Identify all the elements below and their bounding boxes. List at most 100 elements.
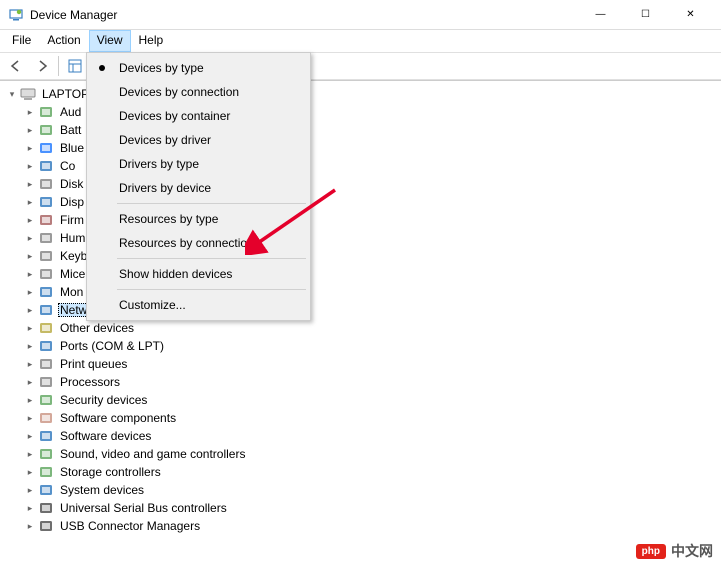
- minimize-button[interactable]: —: [578, 0, 623, 29]
- tree-item-label: Software devices: [58, 429, 153, 443]
- expand-icon[interactable]: ▸: [24, 106, 36, 118]
- menu-item-drv-type[interactable]: Drivers by type: [89, 152, 308, 176]
- back-button[interactable]: [4, 54, 28, 78]
- expand-icon[interactable]: ▸: [24, 394, 36, 406]
- expand-icon[interactable]: ▸: [24, 196, 36, 208]
- menu-item-by-drv[interactable]: Devices by driver: [89, 128, 308, 152]
- usbconn-icon: [38, 518, 54, 534]
- hid-icon: [38, 230, 54, 246]
- expand-icon[interactable]: ▸: [24, 448, 36, 460]
- tree-item-label: Firm: [58, 213, 86, 227]
- tree-item-label: Sound, video and game controllers: [58, 447, 247, 461]
- ports-icon: [38, 338, 54, 354]
- tree-item-label: Mice: [58, 267, 87, 281]
- watermark-text: 中文网: [671, 541, 713, 561]
- menu-item-by-conn[interactable]: Devices by connection: [89, 80, 308, 104]
- maximize-button[interactable]: ☐: [623, 0, 668, 29]
- tree-item-system[interactable]: ▸ System devices: [2, 481, 719, 499]
- menu-item-by-cont[interactable]: Devices by container: [89, 104, 308, 128]
- tree-item-label: Batt: [58, 123, 83, 137]
- expand-icon[interactable]: ▸: [24, 160, 36, 172]
- menu-item-label: Show hidden devices: [119, 267, 232, 281]
- tree-item-storage[interactable]: ▸Storage controllers: [2, 463, 719, 481]
- tree-item-label: Aud: [58, 105, 83, 119]
- usb-icon: [38, 500, 54, 516]
- menu-item-customize[interactable]: Customize...: [89, 293, 308, 317]
- tree-item-ports[interactable]: ▸ Ports (COM & LPT): [2, 337, 719, 355]
- menu-file[interactable]: File: [4, 30, 39, 52]
- menu-item-label: Devices by container: [119, 109, 230, 123]
- menu-item-label: Devices by type: [119, 61, 204, 75]
- tree-item-label: Universal Serial Bus controllers: [58, 501, 229, 515]
- tree-item-print[interactable]: ▸Print queues: [2, 355, 719, 373]
- expand-icon[interactable]: ▸: [24, 376, 36, 388]
- tree-item-softdev[interactable]: ▸ Software devices: [2, 427, 719, 445]
- expand-icon[interactable]: ▸: [24, 124, 36, 136]
- printer-icon: [38, 356, 54, 372]
- tree-item-label: Hum: [58, 231, 87, 245]
- firmware-icon: [38, 212, 54, 228]
- expand-icon[interactable]: ▸: [24, 412, 36, 424]
- swdev-icon: [38, 428, 54, 444]
- view-menu-dropdown: Devices by type Devices by connection Devi…: [86, 52, 311, 321]
- tree-item-label: Processors: [58, 375, 122, 389]
- menu-item-res-conn[interactable]: Resources by connection: [89, 231, 308, 255]
- app-icon: [8, 7, 24, 23]
- tree-item-label: Mon: [58, 285, 85, 299]
- close-button[interactable]: ✕: [668, 0, 713, 29]
- menu-separator: [117, 258, 306, 259]
- expand-icon[interactable]: ▸: [24, 232, 36, 244]
- expand-icon[interactable]: ▸: [24, 214, 36, 226]
- menu-view[interactable]: View: [89, 30, 131, 52]
- expand-icon[interactable]: ▸: [24, 502, 36, 514]
- storage-icon: [38, 464, 54, 480]
- tree-item-usbconn[interactable]: ▸USB Connector Managers: [2, 517, 719, 535]
- tree-item-label: Disk: [58, 177, 85, 191]
- forward-button[interactable]: [30, 54, 54, 78]
- watermark: php 中文网: [636, 541, 713, 561]
- expand-icon[interactable]: ▸: [24, 286, 36, 298]
- tree-item-label: Other devices: [58, 321, 136, 335]
- menu-help[interactable]: Help: [131, 30, 172, 52]
- menu-item-drv-dev[interactable]: Drivers by device: [89, 176, 308, 200]
- tree-item-label: Keyb: [58, 249, 89, 263]
- expand-icon[interactable]: ▸: [24, 142, 36, 154]
- expand-icon[interactable]: ▸: [24, 430, 36, 442]
- menu-item-by-type[interactable]: Devices by type: [89, 56, 308, 80]
- expand-icon[interactable]: ▸: [24, 520, 36, 532]
- menu-item-label: Resources by type: [119, 212, 218, 226]
- expand-icon[interactable]: ▸: [24, 268, 36, 280]
- window-titlebar: Device Manager — ☐ ✕: [0, 0, 721, 30]
- menu-item-show-hidden[interactable]: Show hidden devices: [89, 262, 308, 286]
- expand-icon[interactable]: ▸: [24, 484, 36, 496]
- menu-item-label: Drivers by type: [119, 157, 199, 171]
- tree-item-security[interactable]: ▸Security devices: [2, 391, 719, 409]
- tree-item-other[interactable]: ▸ Other devices: [2, 319, 719, 337]
- menu-item-res-type[interactable]: Resources by type: [89, 207, 308, 231]
- mouse-icon: [38, 266, 54, 282]
- expand-icon[interactable]: ▸: [24, 340, 36, 352]
- menu-separator: [117, 203, 306, 204]
- tree-item-proc[interactable]: ▸ Processors: [2, 373, 719, 391]
- collapse-icon[interactable]: ▾: [6, 88, 18, 100]
- tree-item-label: Blue: [58, 141, 86, 155]
- expand-icon[interactable]: ▸: [24, 322, 36, 334]
- keyboard-icon: [38, 248, 54, 264]
- tree-item-label: Disp: [58, 195, 86, 209]
- properties-button[interactable]: [63, 54, 87, 78]
- tree-item-sound[interactable]: ▸ Sound, video and game controllers: [2, 445, 719, 463]
- tree-item-softcomp[interactable]: ▸Software components: [2, 409, 719, 427]
- menu-item-label: Resources by connection: [119, 236, 254, 250]
- expand-icon[interactable]: ▸: [24, 358, 36, 370]
- tree-item-usb[interactable]: ▸ Universal Serial Bus controllers: [2, 499, 719, 517]
- expand-icon[interactable]: ▸: [24, 304, 36, 316]
- menu-item-label: Devices by connection: [119, 85, 239, 99]
- expand-icon[interactable]: ▸: [24, 466, 36, 478]
- expand-icon[interactable]: ▸: [24, 250, 36, 262]
- menu-action[interactable]: Action: [39, 30, 88, 52]
- watermark-badge: php: [636, 544, 666, 559]
- tree-item-label: Ports (COM & LPT): [58, 339, 166, 353]
- expand-icon[interactable]: ▸: [24, 178, 36, 190]
- tree-item-label: System devices: [58, 483, 146, 497]
- toolbar-separator: [58, 56, 59, 76]
